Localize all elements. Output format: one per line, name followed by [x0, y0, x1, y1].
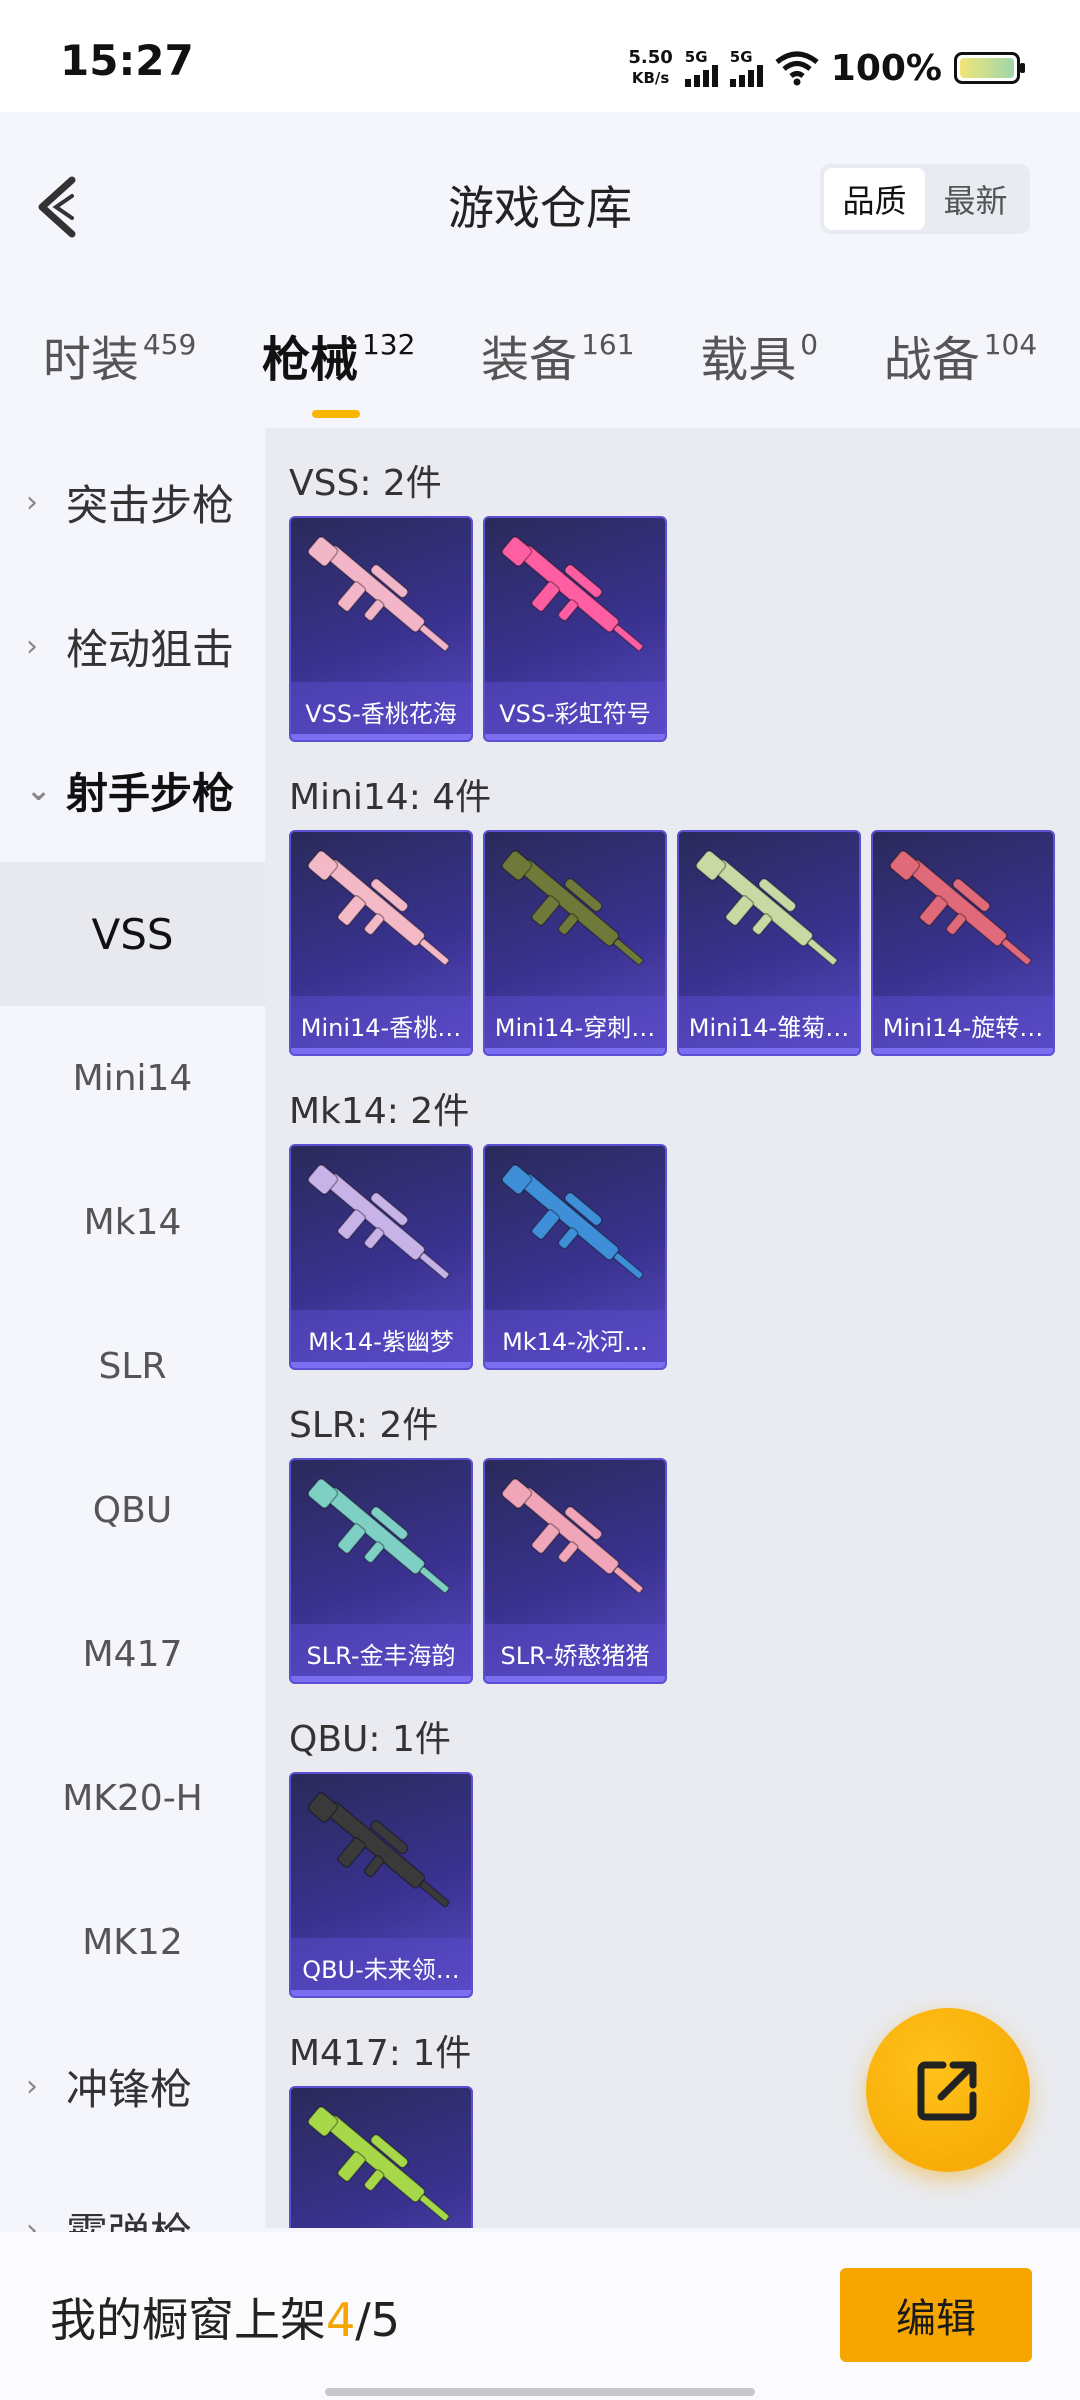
skin-card-label: Mk14-冰河…: [485, 1310, 665, 1368]
signal-5g-icon: 5G: [684, 49, 718, 87]
group-grid-vss: VSS-香桃花海 VSS-彩虹符号: [289, 516, 1080, 742]
black-rifle-icon: [307, 1792, 450, 1908]
lavender-rifle-icon: [307, 1164, 450, 1280]
tab-supplies[interactable]: 战备 104: [884, 300, 1037, 390]
group-grid-slr: SLR-金丰海韵 SLR-娇憨猪猪: [289, 1458, 1080, 1684]
tab-firearms[interactable]: 枪械 132: [262, 300, 415, 418]
page-header: 游戏仓库 品质 最新: [0, 112, 1080, 282]
skin-card[interactable]: Mini14-旋转…: [871, 830, 1055, 1056]
group-grid-qbu: QBU-未来领…: [289, 1772, 1080, 1998]
group-title-vss: VSS: 2件: [289, 463, 442, 504]
group-title-qbu: QBU: 1件: [289, 1719, 451, 1760]
red-rifle-icon: [889, 850, 1032, 966]
chevron-right-icon: ›: [26, 628, 38, 664]
rainbow-sniper-rifle-icon: [501, 536, 644, 652]
showcase-status: 我的橱窗上架4/5: [50, 2293, 401, 2347]
skin-card-label: QBU-未来领…: [291, 1938, 471, 1996]
skin-card[interactable]: SLR-金丰海韵: [289, 1458, 473, 1684]
sidebar-item-slr[interactable]: SLR: [0, 1294, 265, 1438]
group-title-mini14: Mini14: 4件: [289, 777, 492, 818]
skin-card-label: VSS-彩虹符号: [485, 682, 665, 740]
home-indicator[interactable]: [325, 2388, 755, 2396]
pale-green-rifle-icon: [695, 850, 838, 966]
sidebar-category-marksman-rifle[interactable]: ⌄ 射手步枪: [0, 718, 265, 862]
sidebar-item-mk20h[interactable]: MK20-H: [0, 1726, 265, 1870]
skin-card-label: Mini14-旋转…: [873, 996, 1053, 1054]
battery-percent: 100%: [830, 47, 942, 89]
network-speed: 5.50 KB/s: [628, 47, 673, 88]
sidebar-item-mini14[interactable]: Mini14: [0, 1006, 265, 1150]
chevron-right-icon: ›: [26, 2068, 38, 2104]
green-yellow-rifle-icon: [307, 2106, 450, 2222]
signal-5g-secondary-icon: 5G: [729, 49, 763, 87]
category-tabs: 时装 459 枪械 132 装备 161 载具 0 战备 104: [0, 300, 1080, 418]
skin-card-label: SLR-娇憨猪猪: [485, 1624, 665, 1682]
group-grid-mini14: Mini14-香桃… Mini14-穿刺… Mini14-雏菊… Mini14-…: [289, 830, 1080, 1056]
sidebar-item-m417[interactable]: M417: [0, 1582, 265, 1726]
wifi-icon: [775, 51, 819, 86]
share-button[interactable]: [866, 2008, 1030, 2172]
skin-card-label: VSS-香桃花海: [291, 682, 471, 740]
olive-rifle-icon: [501, 850, 644, 966]
skin-card[interactable]: Mini14-香桃…: [289, 830, 473, 1056]
clock-time: 15:27: [60, 36, 194, 85]
skin-card[interactable]: SLR-娇憨猪猪: [483, 1458, 667, 1684]
chevron-right-icon: ›: [26, 484, 38, 520]
teal-rifle-icon: [307, 1478, 450, 1594]
battery-icon: [954, 52, 1025, 84]
skin-card-label: Mini14-穿刺…: [485, 996, 665, 1054]
skin-card-label: SLR-金丰海韵: [291, 1624, 471, 1682]
skin-card-label: Mini14-雏菊…: [679, 996, 859, 1054]
sidebar-item-mk14[interactable]: Mk14: [0, 1150, 265, 1294]
tab-equipment[interactable]: 装备 161: [481, 300, 634, 390]
skin-card[interactable]: VSS-香桃花海: [289, 516, 473, 742]
showcase-bar: 我的橱窗上架4/5 编辑: [0, 2232, 1080, 2400]
group-grid-mk14: Mk14-紫幽梦 Mk14-冰河…: [289, 1144, 1080, 1370]
skin-card[interactable]: Mk14-紫幽梦: [289, 1144, 473, 1370]
skin-card-label: Mini14-香桃…: [291, 996, 471, 1054]
sidebar-category-smg[interactable]: › 冲锋枪: [0, 2014, 265, 2158]
ice-blue-rifle-icon: [501, 1164, 644, 1280]
skin-card[interactable]: Mini14-雏菊…: [677, 830, 861, 1056]
sort-by-quality[interactable]: 品质: [824, 168, 925, 230]
status-icons: 5.50 KB/s 5G 5G 100%: [628, 38, 1025, 98]
sidebar-item-vss[interactable]: VSS: [0, 862, 265, 1006]
sidebar-item-qbu[interactable]: QBU: [0, 1438, 265, 1582]
skin-card[interactable]: QBU-未来领…: [289, 1772, 473, 1998]
skin-card[interactable]: [289, 2086, 473, 2228]
group-title-mk14: Mk14: 2件: [289, 1091, 470, 1132]
group-title-slr: SLR: 2件: [289, 1405, 439, 1446]
edit-button[interactable]: 编辑: [840, 2268, 1032, 2362]
sidebar-item-mk12[interactable]: MK12: [0, 1870, 265, 2014]
weapon-skin-list: VSS: 2件 VSS-香桃花海 VSS-彩虹符号 Mini14: 4件 Min…: [265, 428, 1080, 2228]
status-bar: 15:27 5.50 KB/s 5G 5G 100%: [0, 0, 1080, 112]
sidebar-category-assault-rifle[interactable]: › 突击步枪: [0, 430, 265, 574]
tab-vehicles[interactable]: 载具 0: [700, 300, 818, 390]
sidebar-category-bolt-sniper[interactable]: › 栓动狙击: [0, 574, 265, 718]
skin-card-label: Mk14-紫幽梦: [291, 1310, 471, 1368]
weapon-type-sidebar: › 突击步枪 › 栓动狙击 ⌄ 射手步枪 VSS Mini14 Mk14 SLR QB…: [0, 430, 265, 2258]
pink-rifle-icon: [501, 1478, 644, 1594]
skin-card[interactable]: Mini14-穿刺…: [483, 830, 667, 1056]
share-icon: [917, 2061, 977, 2121]
tab-fashion[interactable]: 时装 459: [43, 300, 196, 390]
skin-card[interactable]: VSS-彩虹符号: [483, 516, 667, 742]
active-tab-indicator: [311, 410, 360, 418]
pink-rifle-icon: [307, 850, 450, 966]
chevron-down-icon: ⌄: [26, 772, 52, 808]
sort-toggle: 品质 最新: [820, 164, 1030, 234]
pink-sniper-rifle-icon: [307, 536, 450, 652]
sort-by-newest[interactable]: 最新: [925, 168, 1026, 230]
skin-card[interactable]: Mk14-冰河…: [483, 1144, 667, 1370]
